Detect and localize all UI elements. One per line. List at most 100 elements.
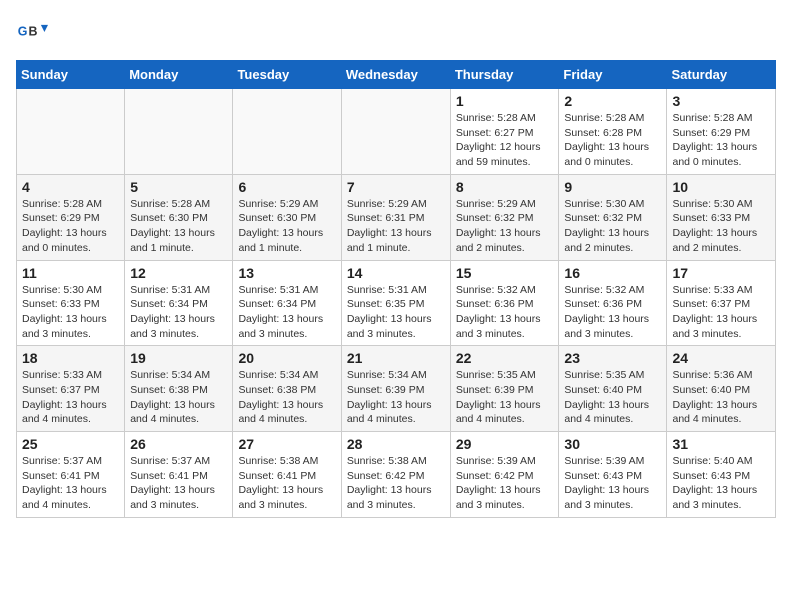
calendar-cell: 31 Sunrise: 5:40 AMSunset: 6:43 PMDaylig… [667, 432, 776, 518]
day-number: 12 [130, 265, 227, 281]
day-number: 30 [564, 436, 661, 452]
calendar-week-1: 1 Sunrise: 5:28 AMSunset: 6:27 PMDayligh… [17, 89, 776, 175]
calendar-cell: 29 Sunrise: 5:39 AMSunset: 6:42 PMDaylig… [450, 432, 559, 518]
calendar-cell [17, 89, 125, 175]
day-info: Sunrise: 5:28 AMSunset: 6:29 PMDaylight:… [672, 112, 757, 168]
day-number: 9 [564, 179, 661, 195]
day-info: Sunrise: 5:38 AMSunset: 6:41 PMDaylight:… [238, 455, 323, 511]
day-info: Sunrise: 5:28 AMSunset: 6:30 PMDaylight:… [130, 198, 215, 254]
day-number: 24 [672, 350, 770, 366]
calendar-cell: 13 Sunrise: 5:31 AMSunset: 6:34 PMDaylig… [233, 260, 341, 346]
day-info: Sunrise: 5:35 AMSunset: 6:40 PMDaylight:… [564, 369, 649, 425]
calendar-cell: 26 Sunrise: 5:37 AMSunset: 6:41 PMDaylig… [125, 432, 233, 518]
weekday-header-monday: Monday [125, 61, 233, 89]
calendar-cell: 9 Sunrise: 5:30 AMSunset: 6:32 PMDayligh… [559, 174, 667, 260]
day-info: Sunrise: 5:30 AMSunset: 6:32 PMDaylight:… [564, 198, 649, 254]
day-info: Sunrise: 5:31 AMSunset: 6:34 PMDaylight:… [238, 284, 323, 340]
day-number: 27 [238, 436, 335, 452]
calendar-header: SundayMondayTuesdayWednesdayThursdayFrid… [17, 61, 776, 89]
calendar-cell: 17 Sunrise: 5:33 AMSunset: 6:37 PMDaylig… [667, 260, 776, 346]
day-number: 1 [456, 93, 554, 109]
day-info: Sunrise: 5:39 AMSunset: 6:42 PMDaylight:… [456, 455, 541, 511]
day-info: Sunrise: 5:37 AMSunset: 6:41 PMDaylight:… [22, 455, 107, 511]
calendar-cell: 5 Sunrise: 5:28 AMSunset: 6:30 PMDayligh… [125, 174, 233, 260]
day-info: Sunrise: 5:31 AMSunset: 6:35 PMDaylight:… [347, 284, 432, 340]
day-info: Sunrise: 5:34 AMSunset: 6:38 PMDaylight:… [238, 369, 323, 425]
calendar-cell: 30 Sunrise: 5:39 AMSunset: 6:43 PMDaylig… [559, 432, 667, 518]
day-number: 31 [672, 436, 770, 452]
day-info: Sunrise: 5:34 AMSunset: 6:38 PMDaylight:… [130, 369, 215, 425]
day-number: 5 [130, 179, 227, 195]
calendar-cell: 25 Sunrise: 5:37 AMSunset: 6:41 PMDaylig… [17, 432, 125, 518]
day-info: Sunrise: 5:34 AMSunset: 6:39 PMDaylight:… [347, 369, 432, 425]
day-info: Sunrise: 5:29 AMSunset: 6:32 PMDaylight:… [456, 198, 541, 254]
day-number: 28 [347, 436, 445, 452]
calendar-week-2: 4 Sunrise: 5:28 AMSunset: 6:29 PMDayligh… [17, 174, 776, 260]
calendar-cell: 10 Sunrise: 5:30 AMSunset: 6:33 PMDaylig… [667, 174, 776, 260]
day-info: Sunrise: 5:32 AMSunset: 6:36 PMDaylight:… [456, 284, 541, 340]
day-info: Sunrise: 5:28 AMSunset: 6:29 PMDaylight:… [22, 198, 107, 254]
calendar-cell: 15 Sunrise: 5:32 AMSunset: 6:36 PMDaylig… [450, 260, 559, 346]
calendar-week-5: 25 Sunrise: 5:37 AMSunset: 6:41 PMDaylig… [17, 432, 776, 518]
day-info: Sunrise: 5:29 AMSunset: 6:30 PMDaylight:… [238, 198, 323, 254]
day-info: Sunrise: 5:28 AMSunset: 6:28 PMDaylight:… [564, 112, 649, 168]
weekday-header-tuesday: Tuesday [233, 61, 341, 89]
page-header: G B [16, 16, 776, 48]
day-number: 16 [564, 265, 661, 281]
day-number: 8 [456, 179, 554, 195]
day-number: 13 [238, 265, 335, 281]
calendar-cell: 22 Sunrise: 5:35 AMSunset: 6:39 PMDaylig… [450, 346, 559, 432]
day-number: 26 [130, 436, 227, 452]
calendar-cell: 19 Sunrise: 5:34 AMSunset: 6:38 PMDaylig… [125, 346, 233, 432]
calendar-cell: 11 Sunrise: 5:30 AMSunset: 6:33 PMDaylig… [17, 260, 125, 346]
weekday-header-friday: Friday [559, 61, 667, 89]
weekday-header-wednesday: Wednesday [341, 61, 450, 89]
calendar-week-3: 11 Sunrise: 5:30 AMSunset: 6:33 PMDaylig… [17, 260, 776, 346]
day-number: 7 [347, 179, 445, 195]
calendar-cell: 20 Sunrise: 5:34 AMSunset: 6:38 PMDaylig… [233, 346, 341, 432]
svg-text:B: B [28, 25, 37, 39]
svg-text:G: G [18, 25, 28, 39]
logo: G B [16, 16, 54, 48]
calendar-week-4: 18 Sunrise: 5:33 AMSunset: 6:37 PMDaylig… [17, 346, 776, 432]
calendar-cell: 12 Sunrise: 5:31 AMSunset: 6:34 PMDaylig… [125, 260, 233, 346]
calendar-cell [125, 89, 233, 175]
weekday-header-saturday: Saturday [667, 61, 776, 89]
calendar-cell: 4 Sunrise: 5:28 AMSunset: 6:29 PMDayligh… [17, 174, 125, 260]
calendar-cell: 28 Sunrise: 5:38 AMSunset: 6:42 PMDaylig… [341, 432, 450, 518]
weekday-header-sunday: Sunday [17, 61, 125, 89]
day-info: Sunrise: 5:31 AMSunset: 6:34 PMDaylight:… [130, 284, 215, 340]
day-number: 14 [347, 265, 445, 281]
day-number: 22 [456, 350, 554, 366]
calendar-cell: 1 Sunrise: 5:28 AMSunset: 6:27 PMDayligh… [450, 89, 559, 175]
day-number: 4 [22, 179, 119, 195]
day-info: Sunrise: 5:35 AMSunset: 6:39 PMDaylight:… [456, 369, 541, 425]
day-number: 23 [564, 350, 661, 366]
calendar-cell: 16 Sunrise: 5:32 AMSunset: 6:36 PMDaylig… [559, 260, 667, 346]
day-info: Sunrise: 5:28 AMSunset: 6:27 PMDaylight:… [456, 112, 541, 168]
calendar-cell: 27 Sunrise: 5:38 AMSunset: 6:41 PMDaylig… [233, 432, 341, 518]
day-number: 18 [22, 350, 119, 366]
day-info: Sunrise: 5:37 AMSunset: 6:41 PMDaylight:… [130, 455, 215, 511]
day-info: Sunrise: 5:33 AMSunset: 6:37 PMDaylight:… [22, 369, 107, 425]
calendar-cell [341, 89, 450, 175]
day-number: 21 [347, 350, 445, 366]
day-number: 17 [672, 265, 770, 281]
calendar-cell: 2 Sunrise: 5:28 AMSunset: 6:28 PMDayligh… [559, 89, 667, 175]
logo-icon: G B [16, 16, 48, 48]
calendar-cell: 23 Sunrise: 5:35 AMSunset: 6:40 PMDaylig… [559, 346, 667, 432]
day-info: Sunrise: 5:29 AMSunset: 6:31 PMDaylight:… [347, 198, 432, 254]
day-info: Sunrise: 5:33 AMSunset: 6:37 PMDaylight:… [672, 284, 757, 340]
calendar-cell: 24 Sunrise: 5:36 AMSunset: 6:40 PMDaylig… [667, 346, 776, 432]
calendar-cell: 3 Sunrise: 5:28 AMSunset: 6:29 PMDayligh… [667, 89, 776, 175]
day-info: Sunrise: 5:39 AMSunset: 6:43 PMDaylight:… [564, 455, 649, 511]
weekday-header-thursday: Thursday [450, 61, 559, 89]
calendar-cell [233, 89, 341, 175]
day-info: Sunrise: 5:30 AMSunset: 6:33 PMDaylight:… [22, 284, 107, 340]
calendar-table: SundayMondayTuesdayWednesdayThursdayFrid… [16, 60, 776, 518]
day-info: Sunrise: 5:32 AMSunset: 6:36 PMDaylight:… [564, 284, 649, 340]
day-number: 19 [130, 350, 227, 366]
calendar-cell: 8 Sunrise: 5:29 AMSunset: 6:32 PMDayligh… [450, 174, 559, 260]
day-number: 6 [238, 179, 335, 195]
day-number: 2 [564, 93, 661, 109]
